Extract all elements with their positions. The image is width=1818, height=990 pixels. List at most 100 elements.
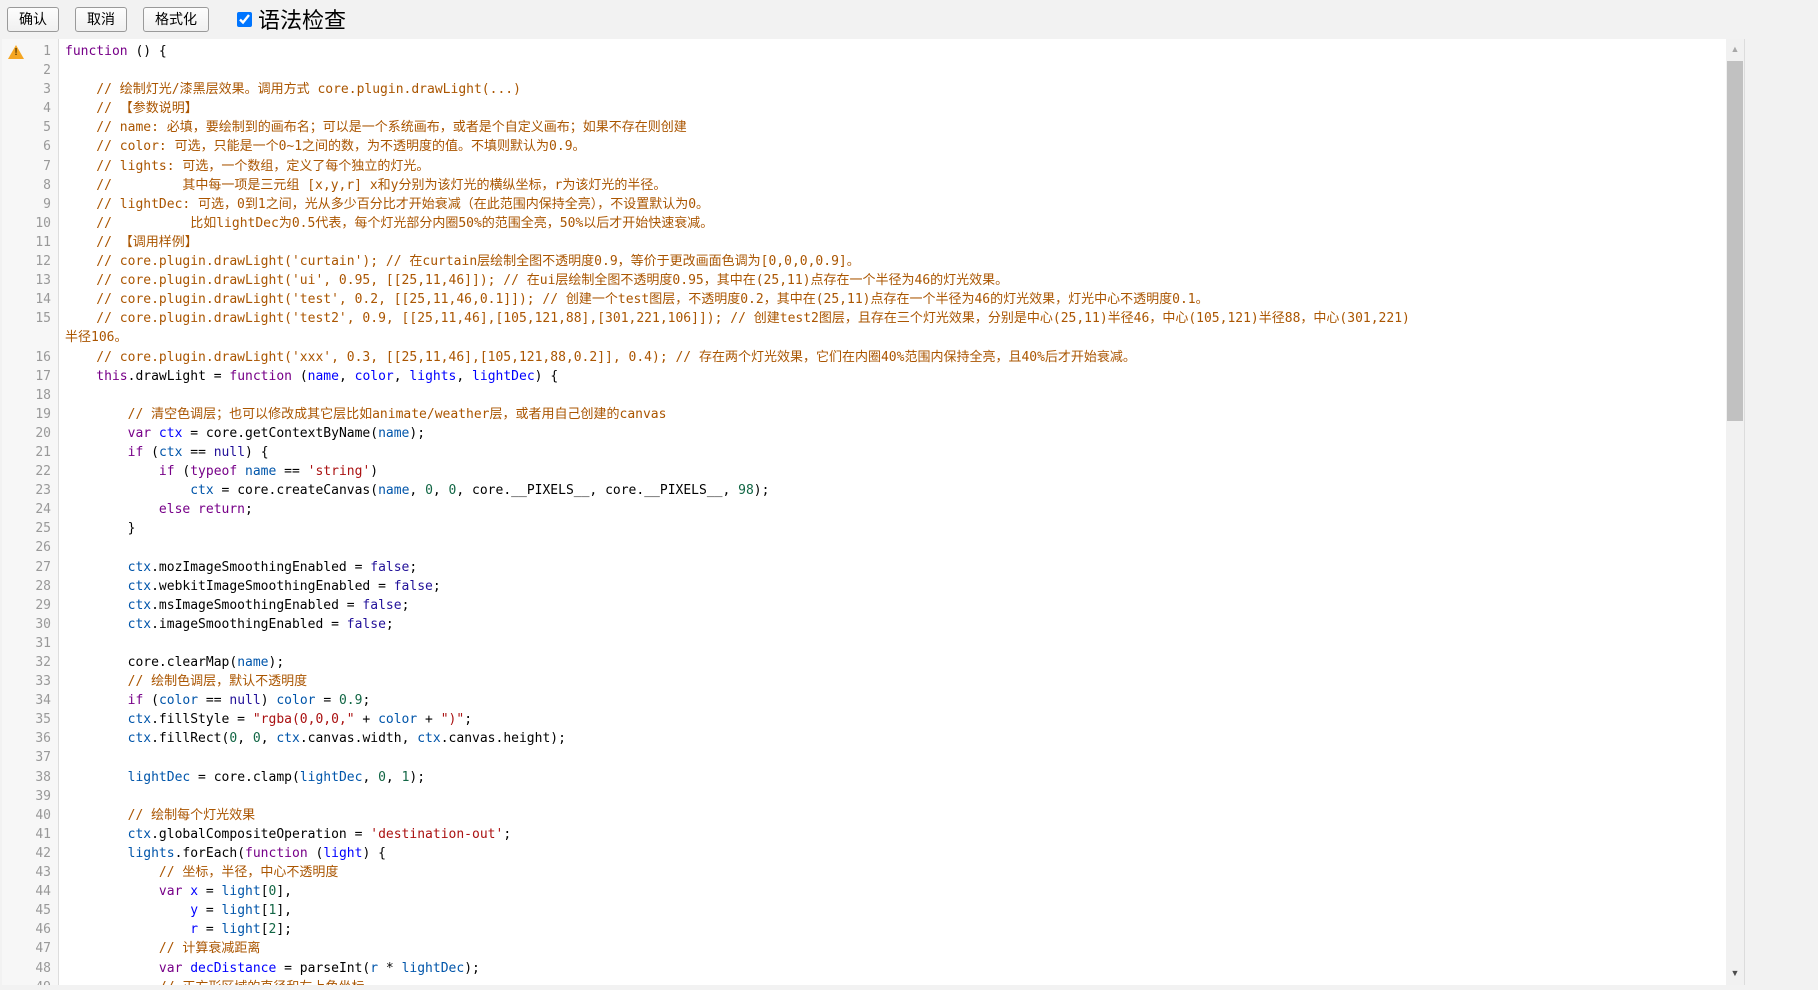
code-line-text[interactable]: ctx = core.createCanvas(name, 0, 0, core… bbox=[59, 481, 1726, 500]
code-line[interactable]: 47 // 计算衰减距离 bbox=[2, 939, 1726, 958]
code-line[interactable]: 5 // name: 必填，要绘制到的画布名；可以是一个系统画布，或者是个自定义… bbox=[2, 118, 1726, 137]
code-line[interactable]: 23 ctx = core.createCanvas(name, 0, 0, c… bbox=[2, 481, 1726, 500]
code-line[interactable]: 18 bbox=[2, 386, 1726, 405]
code-line[interactable]: 45 y = light[1], bbox=[2, 901, 1726, 920]
code-line[interactable]: 31 bbox=[2, 634, 1726, 653]
code-line[interactable]: 3 // 绘制灯光/漆黑层效果。调用方式 core.plugin.drawLig… bbox=[2, 80, 1726, 99]
syntax-check-checkbox[interactable] bbox=[237, 12, 252, 27]
code-line-text[interactable]: 半径106。 bbox=[59, 328, 1726, 347]
code-line-text[interactable] bbox=[59, 61, 1726, 80]
code-line-text[interactable]: // 绘制灯光/漆黑层效果。调用方式 core.plugin.drawLight… bbox=[59, 80, 1726, 99]
code-line[interactable]: 12 // core.plugin.drawLight('curtain'); … bbox=[2, 252, 1726, 271]
code-line[interactable]: 1function () { bbox=[2, 42, 1726, 61]
code-line-text[interactable]: // 比如lightDec为0.5代表，每个灯光部分内圈50%的范围全亮，50%… bbox=[59, 214, 1726, 233]
code-line-text[interactable]: ctx.imageSmoothingEnabled = false; bbox=[59, 615, 1726, 634]
code-line-text[interactable]: // 清空色调层；也可以修改成其它层比如animate/weather层，或者用… bbox=[59, 405, 1726, 424]
code-editor[interactable]: 1function () {23 // 绘制灯光/漆黑层效果。调用方式 core… bbox=[2, 39, 1745, 985]
code-line[interactable]: 22 if (typeof name == 'string') bbox=[2, 462, 1726, 481]
code-line[interactable]: 36 ctx.fillRect(0, 0, ctx.canvas.width, … bbox=[2, 729, 1726, 748]
code-line-text[interactable]: // 正方形区域的直径和左上角坐标 bbox=[59, 978, 1726, 985]
code-line[interactable]: 8 // 其中每一项是三元组 [x,y,r] x和y分别为该灯光的横纵坐标，r为… bbox=[2, 176, 1726, 195]
cancel-button[interactable]: 取消 bbox=[75, 7, 127, 32]
code-line[interactable]: 40 // 绘制每个灯光效果 bbox=[2, 806, 1726, 825]
scrollbar-thumb[interactable] bbox=[1727, 61, 1743, 421]
code-line[interactable]: 9 // lightDec: 可选，0到1之间，光从多少百分比才开始衰减（在此范… bbox=[2, 195, 1726, 214]
code-line[interactable]: 29 ctx.msImageSmoothingEnabled = false; bbox=[2, 596, 1726, 615]
code-line[interactable]: 16 // core.plugin.drawLight('xxx', 0.3, … bbox=[2, 348, 1726, 367]
code-line-text[interactable]: // core.plugin.drawLight('xxx', 0.3, [[2… bbox=[59, 348, 1726, 367]
code-line[interactable]: 33 // 绘制色调层，默认不透明度 bbox=[2, 672, 1726, 691]
code-line-text[interactable]: ctx.globalCompositeOperation = 'destinat… bbox=[59, 825, 1726, 844]
code-line-text[interactable] bbox=[59, 787, 1726, 806]
code-line-text[interactable]: // lightDec: 可选，0到1之间，光从多少百分比才开始衰减（在此范围内… bbox=[59, 195, 1726, 214]
code-line-text[interactable]: else return; bbox=[59, 500, 1726, 519]
vertical-scrollbar[interactable]: ▲ ▼ bbox=[1726, 39, 1744, 985]
code-line-text[interactable]: ctx.fillRect(0, 0, ctx.canvas.width, ctx… bbox=[59, 729, 1726, 748]
code-line-text[interactable]: // core.plugin.drawLight('test2', 0.9, [… bbox=[59, 309, 1726, 328]
code-line-text[interactable]: // 其中每一项是三元组 [x,y,r] x和y分别为该灯光的横纵坐标，r为该灯… bbox=[59, 176, 1726, 195]
code-line-text[interactable]: ctx.msImageSmoothingEnabled = false; bbox=[59, 596, 1726, 615]
code-line-text[interactable]: var ctx = core.getContextByName(name); bbox=[59, 424, 1726, 443]
code-line[interactable]: 43 // 坐标，半径，中心不透明度 bbox=[2, 863, 1726, 882]
code-line-text[interactable]: var decDistance = parseInt(r * lightDec)… bbox=[59, 959, 1726, 978]
code-line[interactable]: 44 var x = light[0], bbox=[2, 882, 1726, 901]
code-line-text[interactable]: if (color == null) color = 0.9; bbox=[59, 691, 1726, 710]
code-line[interactable]: 2 bbox=[2, 61, 1726, 80]
code-line-text[interactable]: if (typeof name == 'string') bbox=[59, 462, 1726, 481]
code-line[interactable]: 17 this.drawLight = function (name, colo… bbox=[2, 367, 1726, 386]
code-line[interactable]: 32 core.clearMap(name); bbox=[2, 653, 1726, 672]
code-line-text[interactable]: lightDec = core.clamp(lightDec, 0, 1); bbox=[59, 768, 1726, 787]
code-line-text[interactable]: core.clearMap(name); bbox=[59, 653, 1726, 672]
code-line[interactable]: 14 // core.plugin.drawLight('test', 0.2,… bbox=[2, 290, 1726, 309]
warning-triangle-icon[interactable] bbox=[8, 45, 24, 59]
code-line-text[interactable]: lights.forEach(function (light) { bbox=[59, 844, 1726, 863]
code-line-text[interactable]: // name: 必填，要绘制到的画布名；可以是一个系统画布，或者是个自定义画布… bbox=[59, 118, 1726, 137]
code-line[interactable]: 10 // 比如lightDec为0.5代表，每个灯光部分内圈50%的范围全亮，… bbox=[2, 214, 1726, 233]
code-line-text[interactable]: if (ctx == null) { bbox=[59, 443, 1726, 462]
code-line[interactable]: 38 lightDec = core.clamp(lightDec, 0, 1)… bbox=[2, 768, 1726, 787]
code-line[interactable]: 半径106。 bbox=[2, 328, 1726, 347]
code-line-text[interactable]: // 坐标，半径，中心不透明度 bbox=[59, 863, 1726, 882]
code-line-text[interactable]: // core.plugin.drawLight('test', 0.2, [[… bbox=[59, 290, 1726, 309]
code-line[interactable]: 11 // 【调用样例】 bbox=[2, 233, 1726, 252]
code-line[interactable]: 37 bbox=[2, 748, 1726, 767]
code-line[interactable]: 4 // 【参数说明】 bbox=[2, 99, 1726, 118]
code-line[interactable]: 28 ctx.webkitImageSmoothingEnabled = fal… bbox=[2, 577, 1726, 596]
code-line-text[interactable]: // core.plugin.drawLight('ui', 0.95, [[2… bbox=[59, 271, 1726, 290]
code-line[interactable]: 19 // 清空色调层；也可以修改成其它层比如animate/weather层，… bbox=[2, 405, 1726, 424]
code-line[interactable]: 21 if (ctx == null) { bbox=[2, 443, 1726, 462]
code-line[interactable]: 46 r = light[2]; bbox=[2, 920, 1726, 939]
code-line[interactable]: 27 ctx.mozImageSmoothingEnabled = false; bbox=[2, 558, 1726, 577]
code-line[interactable]: 20 var ctx = core.getContextByName(name)… bbox=[2, 424, 1726, 443]
code-line-text[interactable]: // 绘制每个灯光效果 bbox=[59, 806, 1726, 825]
code-line-text[interactable]: r = light[2]; bbox=[59, 920, 1726, 939]
code-line[interactable]: 35 ctx.fillStyle = "rgba(0,0,0," + color… bbox=[2, 710, 1726, 729]
code-line[interactable]: 25 } bbox=[2, 519, 1726, 538]
code-line[interactable]: 34 if (color == null) color = 0.9; bbox=[2, 691, 1726, 710]
code-line-text[interactable] bbox=[59, 748, 1726, 767]
code-line-text[interactable]: function () { bbox=[59, 42, 1726, 61]
code-line[interactable]: 7 // lights: 可选，一个数组，定义了每个独立的灯光。 bbox=[2, 157, 1726, 176]
format-button[interactable]: 格式化 bbox=[143, 7, 209, 32]
code-line[interactable]: 13 // core.plugin.drawLight('ui', 0.95, … bbox=[2, 271, 1726, 290]
code-line-text[interactable]: this.drawLight = function (name, color, … bbox=[59, 367, 1726, 386]
code-line[interactable]: 6 // color: 可选，只能是一个0~1之间的数，为不透明度的值。不填则默… bbox=[2, 137, 1726, 156]
code-line-text[interactable] bbox=[59, 386, 1726, 405]
code-line-text[interactable]: ctx.webkitImageSmoothingEnabled = false; bbox=[59, 577, 1726, 596]
code-line[interactable]: 24 else return; bbox=[2, 500, 1726, 519]
code-line[interactable]: 48 var decDistance = parseInt(r * lightD… bbox=[2, 959, 1726, 978]
code-line-text[interactable]: // 计算衰减距离 bbox=[59, 939, 1726, 958]
code-line-text[interactable] bbox=[59, 538, 1726, 557]
code-line-text[interactable]: // 【参数说明】 bbox=[59, 99, 1726, 118]
code-line-text[interactable]: // 绘制色调层，默认不透明度 bbox=[59, 672, 1726, 691]
code-line-text[interactable]: // 【调用样例】 bbox=[59, 233, 1726, 252]
code-line-text[interactable]: var x = light[0], bbox=[59, 882, 1726, 901]
code-line[interactable]: 30 ctx.imageSmoothingEnabled = false; bbox=[2, 615, 1726, 634]
confirm-button[interactable]: 确认 bbox=[7, 7, 59, 32]
code-line[interactable]: 39 bbox=[2, 787, 1726, 806]
scrollbar-up-icon[interactable]: ▲ bbox=[1726, 41, 1744, 57]
code-line[interactable]: 15 // core.plugin.drawLight('test2', 0.9… bbox=[2, 309, 1726, 328]
code-line-text[interactable] bbox=[59, 634, 1726, 653]
code-line-text[interactable]: // core.plugin.drawLight('curtain'); // … bbox=[59, 252, 1726, 271]
code-line-text[interactable]: // color: 可选，只能是一个0~1之间的数，为不透明度的值。不填则默认为… bbox=[59, 137, 1726, 156]
